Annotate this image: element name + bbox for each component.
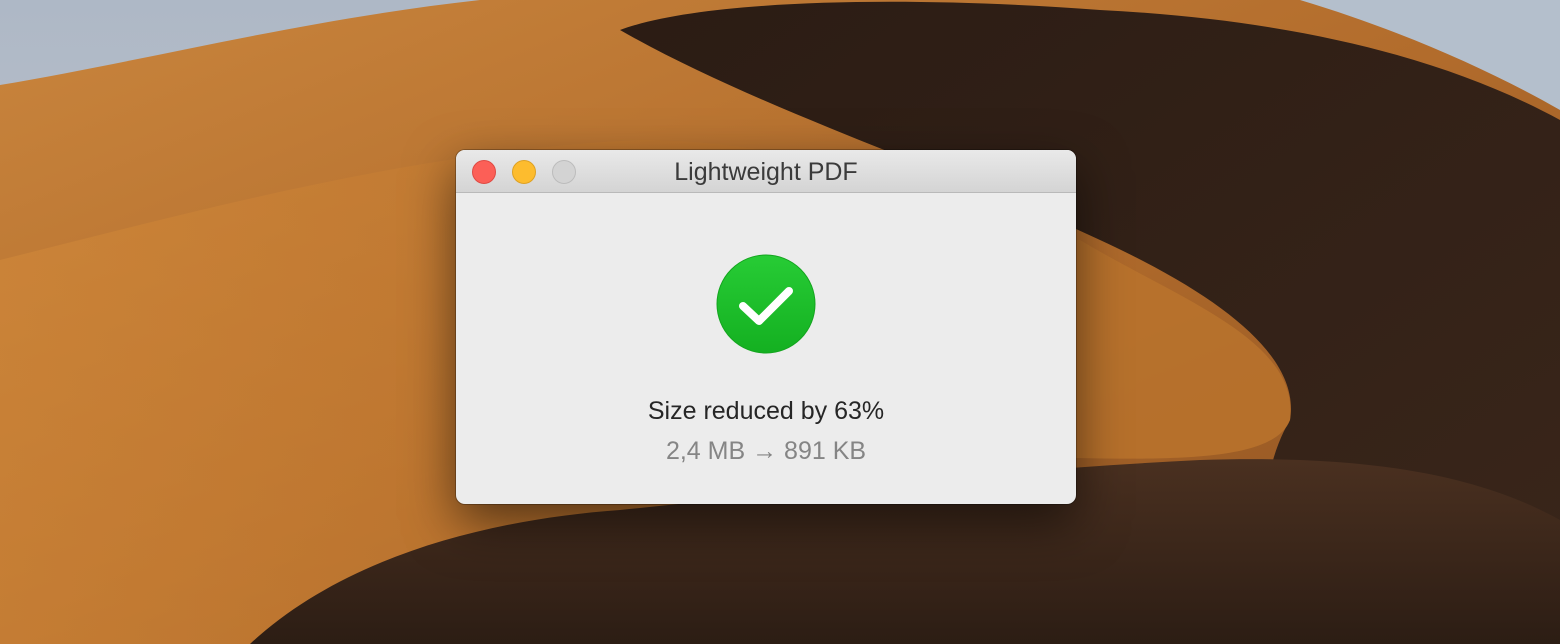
lightweight-pdf-window: Lightweight PDF Size reduced by 63% 2,4 … [456, 150, 1076, 504]
window-title: Lightweight PDF [674, 158, 858, 186]
window-titlebar[interactable]: Lightweight PDF [456, 150, 1076, 193]
original-size: 2,4 MB [665, 437, 746, 465]
checkmark-circle-icon [716, 254, 816, 354]
arrow-icon: → [752, 437, 778, 465]
result-panel: Size reduced by 63% 2,4 MB → 891 KB [456, 193, 1076, 503]
size-comparison: 2,4 MB → 891 KB [456, 437, 1076, 466]
new-size: 891 KB [784, 437, 867, 465]
zoom-button [552, 160, 576, 184]
close-button[interactable] [472, 160, 496, 184]
minimize-button[interactable] [512, 160, 536, 184]
size-reduction-headline: Size reduced by 63% [647, 397, 885, 425]
desktop: Lightweight PDF Size reduced by 63% 2,4 … [0, 0, 1560, 644]
